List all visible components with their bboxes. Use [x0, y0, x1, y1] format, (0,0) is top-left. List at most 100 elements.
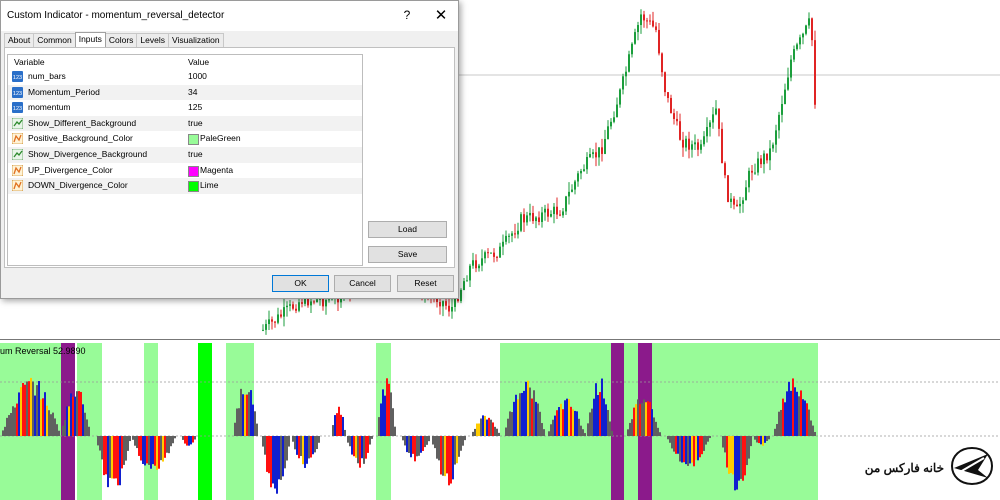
input-value[interactable]: 34 [188, 87, 197, 97]
indicator-subwindow [0, 343, 1000, 500]
histogram-bar [72, 396, 74, 436]
candle-body [640, 14, 642, 26]
input-value[interactable]: Lime [200, 180, 218, 190]
input-value[interactable]: 125 [188, 102, 202, 112]
histogram-bar [244, 394, 246, 436]
histogram-bar [355, 436, 357, 458]
candle-body [316, 299, 318, 303]
tab-levels[interactable]: Levels [136, 33, 169, 47]
input-row[interactable]: Positive_Background_Color PaleGreen [8, 131, 362, 147]
candle-body [781, 104, 783, 115]
histogram-bar [340, 414, 342, 436]
input-value[interactable]: Magenta [200, 165, 233, 175]
input-row[interactable]: Show_Divergence_Background true [8, 147, 362, 163]
histogram-bar [420, 436, 422, 453]
input-row[interactable]: DOWN_Divergence_Color Lime [8, 178, 362, 194]
subwindow-label: um Reversal 52.9890 [0, 346, 86, 356]
ok-button[interactable]: OK [272, 275, 329, 292]
histogram-bar [16, 403, 18, 436]
histogram-bar [572, 409, 574, 436]
input-value[interactable]: true [188, 118, 203, 128]
histogram-bar [125, 436, 127, 461]
histogram-bar [562, 409, 564, 436]
candle-body [496, 256, 498, 258]
histogram-bar [80, 391, 82, 436]
histogram-bar [384, 395, 386, 436]
histogram-bar [507, 418, 509, 436]
histogram-bar [691, 436, 693, 463]
histogram-bar [643, 399, 645, 436]
histogram-bar [286, 436, 288, 461]
histogram-bar [454, 436, 456, 465]
histogram-bar [351, 436, 353, 455]
histogram-bar [144, 436, 146, 466]
histogram-bar [148, 436, 150, 465]
histogram-bar [591, 408, 593, 436]
input-name: Momentum_Period [28, 86, 100, 97]
histogram-bar [683, 436, 685, 463]
candle-body [670, 97, 672, 114]
save-button[interactable]: Save [368, 246, 447, 263]
load-button[interactable]: Load [368, 221, 447, 238]
candle-body [694, 142, 696, 145]
tab-visualization[interactable]: Visualization [168, 33, 224, 47]
tab-common[interactable]: Common [33, 33, 76, 47]
candle-body [523, 214, 525, 223]
histogram-bar [462, 436, 464, 446]
histogram-bar [521, 392, 523, 436]
histogram-bar [78, 391, 80, 436]
histogram-bar [184, 436, 186, 444]
input-value[interactable]: true [188, 149, 203, 159]
dialog-titlebar[interactable]: Custom Indicator - momentum_reversal_det… [1, 1, 458, 31]
histogram-bar [18, 392, 20, 436]
histogram-bar [361, 436, 363, 459]
input-row[interactable]: 123 Momentum_Period 34 [8, 84, 362, 101]
candle-body [691, 144, 693, 150]
histogram-bar [365, 436, 367, 459]
histogram-bar [611, 430, 613, 436]
input-row[interactable]: 123 num_bars 1000 [8, 69, 362, 85]
input-row[interactable]: Show_Different_Background true [8, 115, 362, 132]
histogram-bar [64, 420, 66, 436]
histogram-bar [109, 436, 111, 478]
histogram-bar [369, 436, 371, 445]
tab-colors[interactable]: Colors [104, 33, 138, 47]
reset-button[interactable]: Reset [397, 275, 454, 292]
histogram-bar [605, 404, 607, 436]
cancel-button[interactable]: Cancel [334, 275, 391, 292]
histogram-bar [52, 412, 54, 436]
candle-body [775, 130, 777, 145]
histogram-bar [576, 411, 578, 436]
histogram-bar [685, 436, 687, 465]
histogram-bar [103, 436, 105, 476]
histogram-bar [794, 387, 796, 436]
histogram-bar [70, 393, 72, 436]
histogram-bar [142, 436, 144, 464]
candle-body [271, 319, 273, 322]
close-button[interactable]: ✕ [432, 6, 450, 24]
histogram-bar [134, 436, 136, 446]
histogram-bar [146, 436, 148, 464]
input-row[interactable]: UP_Divergence_Color Magenta [8, 163, 362, 179]
tab-about[interactable]: About [4, 33, 35, 47]
histogram-bar [88, 426, 90, 436]
histogram-bar [292, 436, 294, 442]
positive-background-band [500, 343, 818, 500]
histogram-bar [482, 415, 484, 436]
histogram-bar [99, 436, 101, 451]
input-row[interactable]: 123 momentum 125 [8, 100, 362, 116]
input-value[interactable]: PaleGreen [200, 133, 241, 143]
candle-body [727, 175, 729, 202]
inputs-grid[interactable]: Variable Value 123 num_bars 1000 123 Momentu… [7, 54, 363, 266]
input-value[interactable]: 1000 [188, 71, 207, 81]
histogram-bar [539, 411, 541, 436]
histogram-bar [254, 411, 256, 436]
candle-body [574, 181, 576, 190]
candle-body [478, 265, 480, 269]
help-button[interactable]: ? [400, 8, 414, 24]
tab-inputs[interactable]: Inputs [74, 32, 106, 47]
histogram-bar [12, 406, 14, 436]
histogram-bar [316, 436, 318, 450]
histogram-bar [270, 436, 272, 488]
histogram-bar [402, 436, 404, 441]
